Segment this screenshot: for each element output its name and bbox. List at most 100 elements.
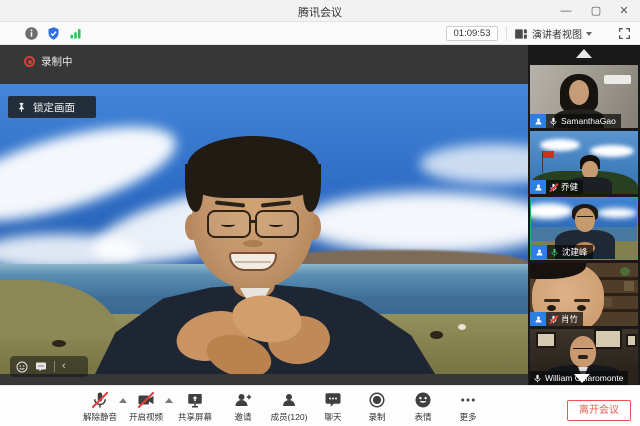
- collapse-left-icon[interactable]: ‹: [62, 361, 66, 372]
- window-title: 腾讯会议: [0, 4, 640, 20]
- start-video-button[interactable]: 开启视频: [122, 391, 170, 423]
- eye-shape: [547, 305, 556, 311]
- record-dot-icon: [24, 56, 35, 67]
- air-conditioner-shape: [604, 75, 631, 84]
- chat-bubble-icon: [324, 391, 342, 409]
- hair-shape: [187, 136, 319, 198]
- minimize-button[interactable]: —: [552, 0, 580, 22]
- mic-on-icon: [533, 374, 542, 383]
- record-button[interactable]: 录制: [353, 391, 401, 423]
- participants-sidebar: SamanthaGao: [528, 45, 640, 385]
- mustache-shape: [578, 355, 588, 359]
- nose-shape: [243, 240, 263, 247]
- glasses-shape: [577, 216, 593, 221]
- toolbar-label: 邀请: [234, 411, 251, 423]
- mic-on-icon: [549, 117, 558, 126]
- cloud-shape: [597, 208, 637, 218]
- cloud-shape: [540, 139, 580, 151]
- participant-tile[interactable]: 肖竹: [530, 263, 638, 326]
- toolbar-label: 录制: [368, 411, 385, 423]
- recording-badge: 录制中: [24, 54, 73, 69]
- lock-view-button[interactable]: 锁定画面: [8, 96, 96, 118]
- speaker-head: [183, 136, 323, 288]
- invite-person-icon: [234, 391, 252, 409]
- security-shield-icon[interactable]: [46, 26, 61, 41]
- info-icon[interactable]: [24, 26, 39, 41]
- eyebrow-shape: [574, 299, 590, 302]
- chevron-down-icon: [586, 32, 592, 36]
- toolbar-label: 开启视频: [129, 411, 163, 423]
- red-flag-shape: [543, 151, 554, 158]
- name-bar: SamanthaGao: [530, 114, 621, 128]
- control-toolbar: 解除静音 开启视频 共享屏幕 邀请 成员(: [0, 385, 640, 426]
- participant-name: SamanthaGao: [561, 116, 616, 126]
- recording-label: 录制中: [41, 54, 73, 69]
- face-shape: [569, 80, 589, 105]
- mic-muted-icon: [91, 391, 109, 409]
- emoji-icon[interactable]: [16, 361, 28, 373]
- mic-muted-icon: [549, 315, 558, 324]
- plant-shape: [620, 267, 630, 276]
- certificate-shape: [536, 332, 556, 348]
- invite-button[interactable]: 邀请: [219, 391, 267, 423]
- scroll-up-icon[interactable]: [576, 49, 592, 58]
- yak-shape: [430, 331, 443, 339]
- scroll-down-icon[interactable]: [574, 374, 590, 383]
- participant-badge-icon: [530, 114, 546, 128]
- participant-tile-active[interactable]: 沈建峰: [530, 197, 638, 260]
- meeting-timer: 01:09:53: [446, 26, 498, 41]
- camera-off-icon: [137, 391, 155, 409]
- books-shape: [624, 281, 634, 291]
- certificate-shape: [626, 334, 637, 347]
- share-screen-button[interactable]: 共享屏幕: [171, 391, 219, 423]
- meeting-window: 腾讯会议 — ▢ ✕ 01:09:53 演讲者视图 录: [0, 0, 640, 426]
- toolbar-label: 更多: [459, 411, 476, 423]
- toolbar-label: 聊天: [324, 411, 341, 423]
- title-bar: 腾讯会议 — ▢ ✕: [0, 0, 640, 22]
- participant-badge-icon: [531, 245, 547, 259]
- eyebrow-shape: [544, 299, 560, 302]
- view-mode-button[interactable]: 演讲者视图: [514, 25, 592, 42]
- members-icon: [280, 391, 298, 409]
- chat-bubble-icon[interactable]: [35, 361, 47, 373]
- speaker-video: [0, 84, 528, 374]
- fullscreen-icon[interactable]: [618, 27, 631, 40]
- emoji-button[interactable]: 表情: [399, 391, 447, 423]
- eye-shape: [577, 305, 586, 311]
- emoji-icon: [414, 391, 432, 409]
- participant-name: 沈建峰: [562, 246, 588, 258]
- more-dots-icon: [459, 391, 477, 409]
- glasses-shape: [573, 348, 593, 352]
- participant-tile[interactable]: SamanthaGao: [530, 65, 638, 128]
- network-signal-icon[interactable]: [68, 26, 83, 41]
- toolbar-label: 解除静音: [83, 411, 117, 423]
- reaction-toolbar: ‹: [10, 356, 88, 377]
- toolbar-label: 表情: [414, 411, 431, 423]
- mouth-shape: [229, 252, 277, 271]
- participant-tile[interactable]: 乔健: [530, 131, 638, 194]
- participant-badge-icon: [530, 312, 546, 326]
- maximize-button[interactable]: ▢: [582, 0, 610, 22]
- certificate-shape: [594, 329, 622, 349]
- participant-name: 肖竹: [561, 313, 578, 325]
- share-screen-icon: [186, 391, 204, 409]
- more-button[interactable]: 更多: [444, 391, 492, 423]
- toolbar-label: 成员(120): [271, 411, 308, 423]
- glasses-bridge: [249, 220, 257, 223]
- name-bar: 肖竹: [530, 312, 583, 326]
- chat-button[interactable]: 聊天: [309, 391, 357, 423]
- unmute-button[interactable]: 解除静音: [76, 391, 124, 423]
- lock-view-label: 锁定画面: [33, 100, 75, 115]
- mic-muted-icon: [549, 183, 558, 192]
- participant-name: 乔健: [561, 181, 578, 193]
- members-button[interactable]: 成员(120): [265, 391, 313, 423]
- divider: [54, 361, 55, 372]
- pin-icon: [16, 102, 27, 113]
- participant-badge-icon: [530, 180, 546, 194]
- divider: [506, 26, 507, 41]
- leave-meeting-button[interactable]: 离开会议: [567, 400, 631, 421]
- close-button[interactable]: ✕: [610, 0, 638, 22]
- eye-shape: [269, 222, 283, 227]
- name-bar: 沈建峰: [531, 245, 593, 259]
- record-icon: [368, 391, 386, 409]
